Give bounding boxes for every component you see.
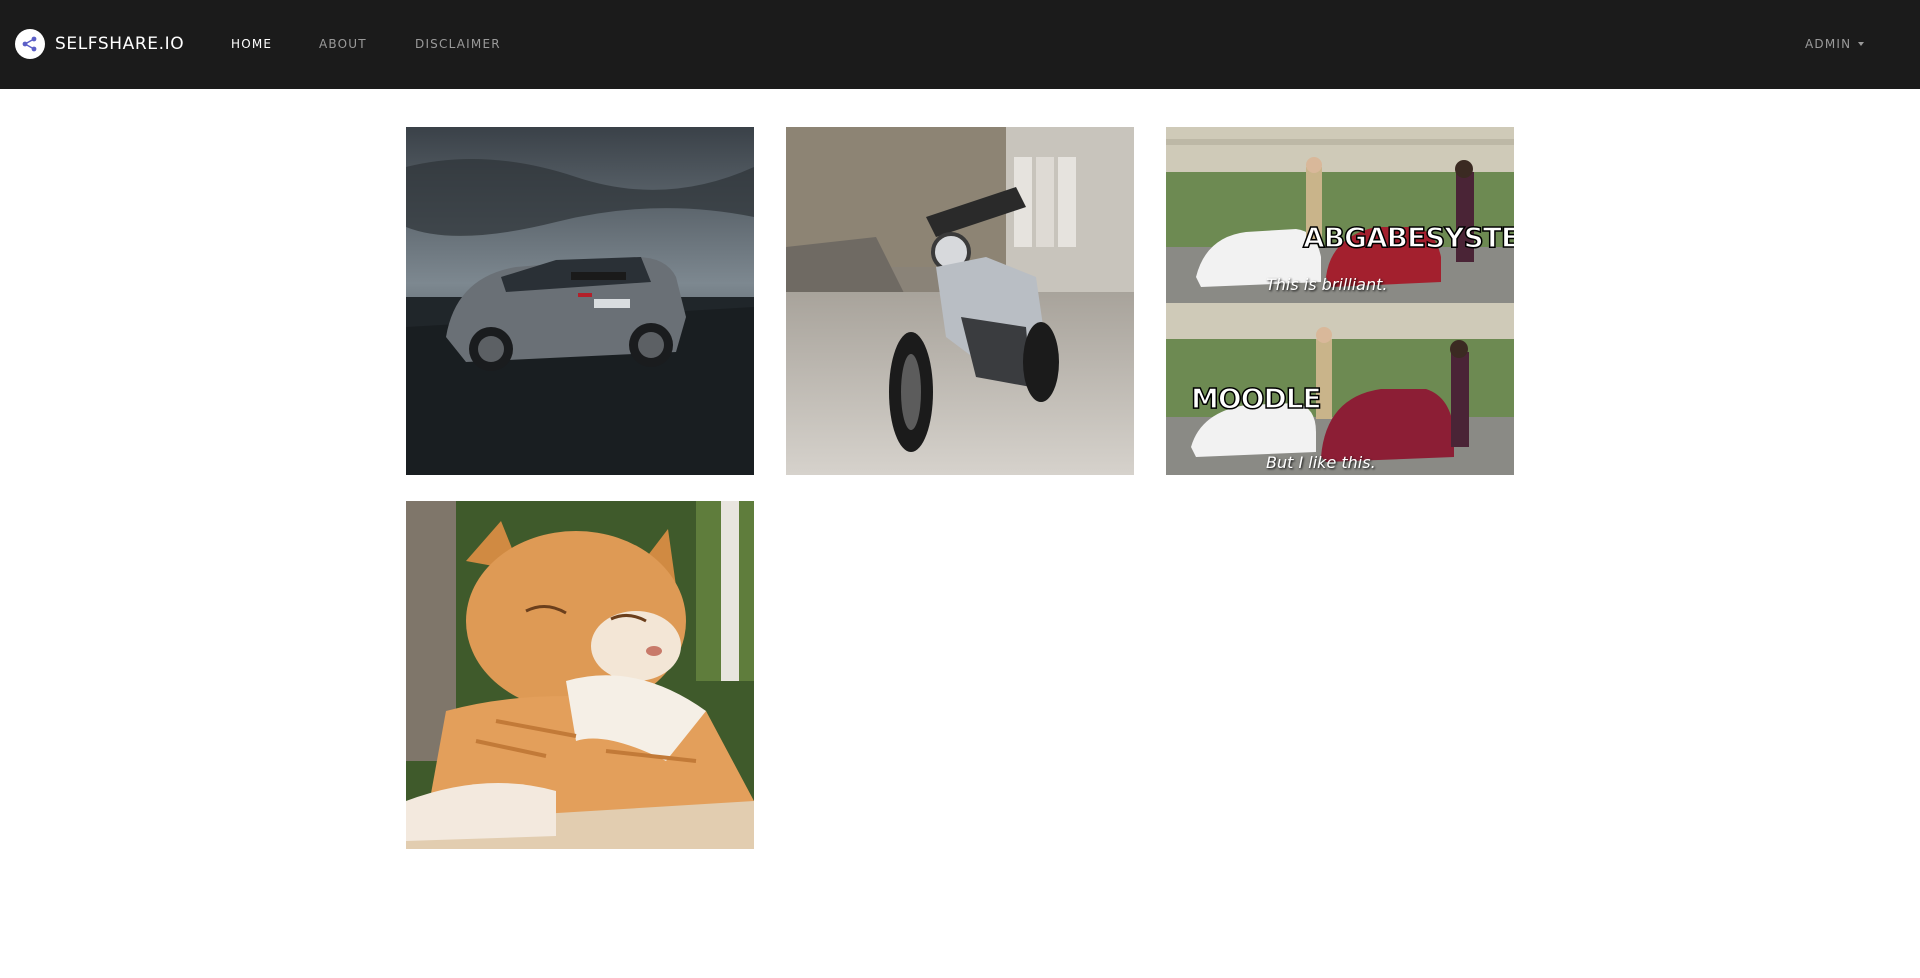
meme-bottom-label: MOODLE <box>1190 381 1322 416</box>
nav-about-link[interactable]: ABOUT <box>319 37 367 51</box>
gallery-image-motorcycle[interactable] <box>786 127 1134 475</box>
brand-link[interactable]: SELFSHARE.IO <box>15 29 184 59</box>
share-icon <box>15 29 45 59</box>
admin-label: ADMIN <box>1805 37 1852 51</box>
nav-home-link[interactable]: HOME <box>231 37 272 51</box>
meme-top-label: ABGABESYSTEM <box>1302 220 1514 255</box>
car-photo <box>406 127 754 475</box>
gallery-image-car[interactable] <box>406 127 754 475</box>
meme-photo <box>1166 127 1514 475</box>
brand-name: SELFSHARE.IO <box>55 34 185 54</box>
caret-down-icon <box>1858 42 1865 46</box>
admin-dropdown-toggle[interactable]: ADMIN <box>1805 37 1865 51</box>
gallery-image-meme[interactable]: ABGABESYSTEM This is brilliant. MOODLE B… <box>1166 127 1514 475</box>
motorcycle-photo <box>786 127 1134 475</box>
gallery-image-cat[interactable] <box>406 501 754 849</box>
meme-bottom-caption: But I like this. <box>1266 453 1376 472</box>
top-navbar: SELFSHARE.IO HOME ABOUT DISCLAIMER ADMIN <box>0 0 1920 89</box>
cat-photo <box>406 501 754 849</box>
meme-top-caption: This is brilliant. <box>1266 275 1388 294</box>
nav-disclaimer-link[interactable]: DISCLAIMER <box>415 37 501 51</box>
